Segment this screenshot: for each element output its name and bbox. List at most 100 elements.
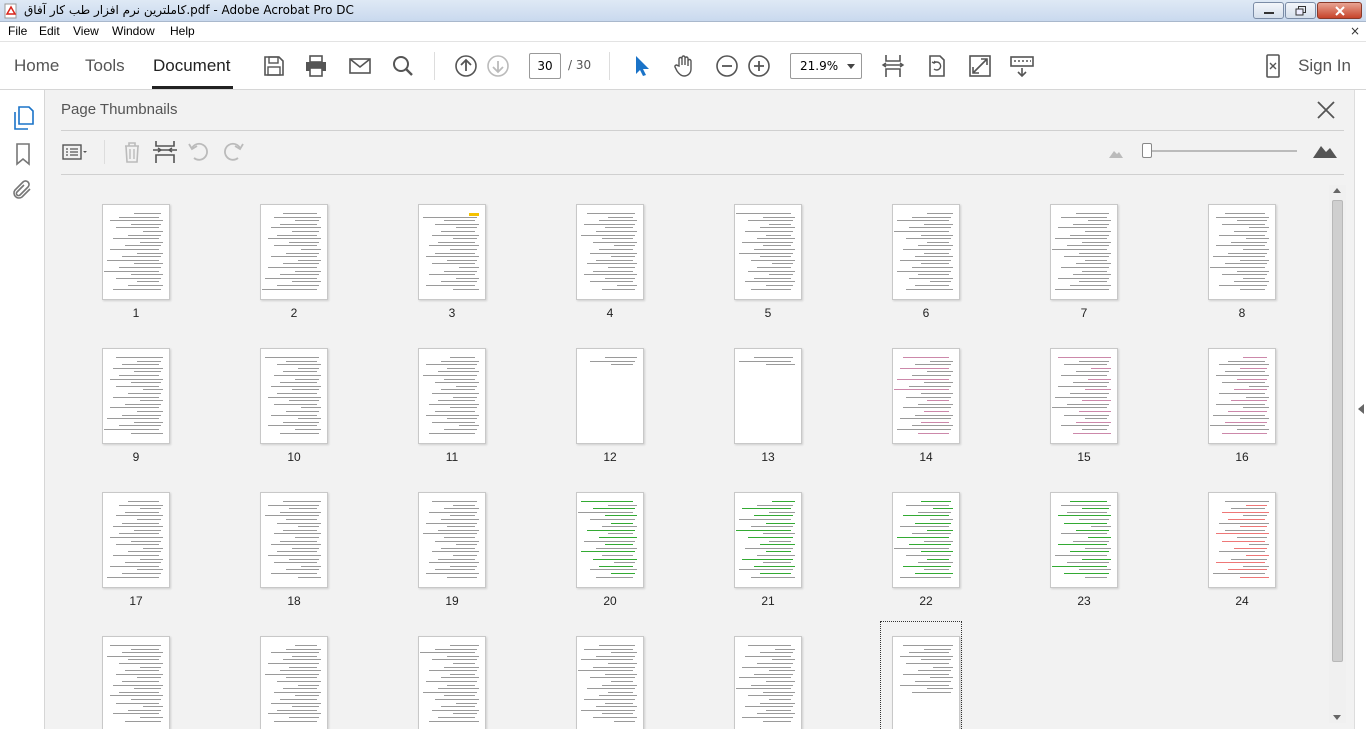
sign-in-link[interactable]: Sign In [1298,56,1351,76]
page-thumbnail[interactable]: 16 [1167,330,1287,464]
page-number-label: 5 [764,306,772,320]
page-preview [102,204,170,300]
page-number-label: 13 [761,450,775,464]
page-up-icon[interactable] [454,54,478,78]
acrobat-app-icon [4,3,17,19]
expand-right-pane-icon[interactable] [1358,404,1364,414]
page-preview [892,636,960,729]
delete-icon[interactable] [119,140,145,164]
page-thumbnail[interactable]: 17 [61,474,181,608]
rotate-page-icon[interactable] [925,54,949,78]
scroll-up-arrow-icon[interactable] [1333,188,1341,193]
page-thumbnail[interactable]: 21 [693,474,813,608]
page-thumbnail[interactable]: 13 [693,330,813,464]
menu-edit[interactable]: Edit [39,24,60,38]
page-thumbnail[interactable]: 8 [1167,186,1287,320]
page-thumbnail[interactable]: 20 [535,474,655,608]
page-thumbnail[interactable]: 22 [851,474,971,608]
attachment-icon[interactable] [11,178,35,202]
page-thumbnail[interactable]: 5 [693,186,813,320]
page-thumbnail[interactable]: 27 [377,618,497,729]
zoom-level-select[interactable]: 21.9% [790,53,862,79]
bookmark-icon[interactable] [11,142,35,166]
insert-pages-icon[interactable] [152,140,178,164]
page-thumbnail[interactable]: 19 [377,474,497,608]
page-thumbnail[interactable]: 18 [219,474,339,608]
page-thumbnail[interactable]: 4 [535,186,655,320]
menu-bar: File Edit View Window Help × [0,22,1366,42]
search-icon[interactable] [391,54,415,78]
page-thumbnail[interactable]: 30 [851,618,971,729]
menu-file[interactable]: File [8,24,27,38]
fit-page-icon[interactable] [881,54,905,78]
page-thumbnail[interactable]: 14 [851,330,971,464]
fullscreen-icon[interactable] [968,54,992,78]
page-thumbnails-icon[interactable] [11,106,35,130]
page-preview [892,348,960,444]
zoom-out-icon[interactable] [715,54,739,78]
page-preview [102,492,170,588]
undo-icon[interactable] [186,140,212,164]
scroll-thumb[interactable] [1332,200,1343,662]
save-icon[interactable] [262,54,286,78]
page-thumbnail[interactable]: 24 [1167,474,1287,608]
page-number-label: 18 [287,594,301,608]
thumbnail-size-slider-handle[interactable] [1142,143,1152,158]
page-thumbnail[interactable]: 28 [535,618,655,729]
total-pages-label: / 30 [568,58,592,72]
page-thumbnail[interactable]: 6 [851,186,971,320]
close-document-icon[interactable]: × [1350,24,1360,38]
page-thumbnail[interactable]: 29 [693,618,813,729]
menu-window[interactable]: Window [112,24,155,38]
divider [61,174,1344,175]
page-thumbnail[interactable]: 11 [377,330,497,464]
panel-title: Page Thumbnails [61,101,178,118]
page-thumbnail[interactable]: 10 [219,330,339,464]
minimize-button[interactable] [1253,2,1284,19]
zoom-in-icon[interactable] [747,54,771,78]
page-thumbnail[interactable]: 3 [377,186,497,320]
page-thumbnail[interactable]: 1 [61,186,181,320]
zoom-level-value: 21.9% [800,59,839,73]
mobile-icon[interactable] [1261,54,1285,78]
close-window-button[interactable] [1317,2,1362,19]
page-preview [418,636,486,729]
right-pane-toggle [1354,90,1366,729]
options-menu-icon[interactable] [62,140,88,164]
hand-tool-icon[interactable] [672,54,696,78]
redo-icon[interactable] [220,140,246,164]
tab-home[interactable]: Home [14,56,59,76]
menu-view[interactable]: View [73,24,99,38]
current-page-input[interactable]: 30 [529,53,561,79]
restore-button[interactable] [1285,2,1316,19]
page-thumbnail[interactable]: 25 [61,618,181,729]
tab-tools[interactable]: Tools [85,56,125,76]
page-preview [1208,492,1276,588]
page-number-label: 24 [1235,594,1249,608]
page-preview [418,348,486,444]
thumbnail-size-slider-track[interactable] [1145,150,1297,152]
page-preview [734,204,802,300]
active-tab-underline [152,86,233,89]
page-thumbnail[interactable]: 9 [61,330,181,464]
page-thumbnail[interactable]: 2 [219,186,339,320]
scroll-down-arrow-icon[interactable] [1333,715,1341,720]
page-thumbnail[interactable]: 7 [1009,186,1129,320]
page-number-label: 7 [1080,306,1088,320]
page-preview [260,348,328,444]
print-icon[interactable] [304,54,328,78]
email-icon[interactable] [348,54,372,78]
page-number-label: 11 [445,450,459,464]
tab-document[interactable]: Document [153,56,230,76]
page-down-icon[interactable] [486,54,510,78]
menu-help[interactable]: Help [170,24,195,38]
page-number-label: 1 [132,306,140,320]
page-thumbnail[interactable]: 15 [1009,330,1129,464]
select-cursor-icon[interactable] [630,54,654,78]
page-thumbnail[interactable]: 26 [219,618,339,729]
close-panel-icon[interactable] [1316,100,1336,120]
thumbnail-scrollbar[interactable] [1329,185,1346,723]
page-thumbnail[interactable]: 23 [1009,474,1129,608]
page-thumbnail[interactable]: 12 [535,330,655,464]
keyboard-icon[interactable] [1010,54,1034,78]
